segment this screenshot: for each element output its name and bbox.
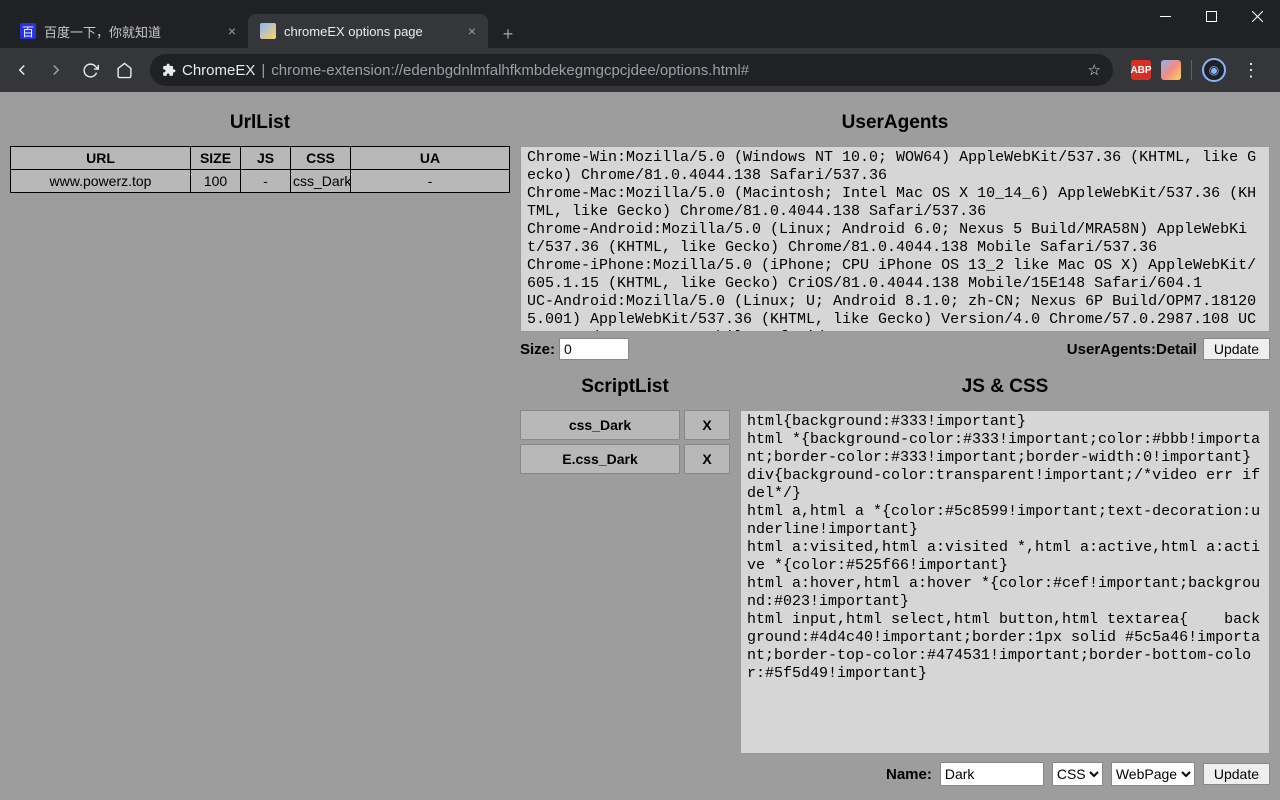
tab-strip: 百 百度一下，你就知道 × chromeEX options page × + [0,8,1280,48]
name-input[interactable] [940,762,1044,786]
window-close[interactable] [1234,0,1280,32]
size-input[interactable] [559,338,629,360]
useragents-textarea[interactable] [520,146,1270,332]
menu-button[interactable]: ⋮ [1236,60,1266,81]
jscss-title: JS & CSS [740,376,1270,398]
script-delete-button[interactable]: X [684,444,730,474]
col-ua: UA [351,147,510,170]
col-js: JS [241,147,291,170]
back-button[interactable] [8,56,36,84]
home-button[interactable] [110,56,138,84]
name-label: Name: [886,766,932,783]
panel-jscss: JS & CSS Name: CSS JS WebPage Update [740,370,1270,786]
baidu-favicon-icon: 百 [20,23,36,39]
useragents-title: UserAgents [520,112,1270,134]
extension-favicon-icon [260,23,276,39]
script-delete-button[interactable]: X [684,410,730,440]
useragents-detail-label: UserAgents:Detail [1067,341,1197,358]
extension-icons: ABP ◉ ⋮ [1125,58,1272,82]
urllist-title: UrlList [10,112,510,134]
close-icon[interactable]: × [468,23,476,39]
tab-baidu[interactable]: 百 百度一下，你就知道 × [8,14,248,48]
toolbar: ChromeEX | chrome-extension://edenbgdnlm… [0,48,1280,92]
script-item: css_Dark X [520,410,730,440]
tab-title: chromeEX options page [284,24,423,39]
jscss-textarea[interactable] [740,410,1270,754]
cell-css: css_Dark [291,170,351,193]
close-icon[interactable]: × [228,23,236,39]
cell-ua: - [351,170,510,193]
col-url: URL [11,147,191,170]
script-name-button[interactable]: E.css_Dark [520,444,680,474]
url-text: chrome-extension://edenbgdnlmfalhfkmbdek… [271,62,749,79]
forward-button[interactable] [42,56,70,84]
panel-urllist: UrlList URL SIZE JS CSS UA www.powerz.to… [10,106,510,786]
scriptlist-title: ScriptList [520,376,730,398]
extension-indicator: ChromeEX [162,62,255,79]
col-size: SIZE [191,147,241,170]
bookmark-star-icon[interactable]: ☆ [1088,61,1101,79]
adblock-icon[interactable]: ABP [1131,60,1151,80]
table-header-row: URL SIZE JS CSS UA [11,147,510,170]
url-table: URL SIZE JS CSS UA www.powerz.top 100 - … [10,146,510,193]
page-content: UrlList URL SIZE JS CSS UA www.powerz.to… [0,92,1280,800]
extension-icon[interactable] [1161,60,1181,80]
browser-chrome: 百 百度一下，你就知道 × chromeEX options page × + … [0,0,1280,92]
size-label: Size: [520,341,555,358]
window-maximize[interactable] [1188,0,1234,32]
script-item: E.css_Dark X [520,444,730,474]
omnibox[interactable]: ChromeEX | chrome-extension://edenbgdnlm… [150,54,1113,86]
useragents-update-button[interactable]: Update [1203,338,1270,360]
cell-size: 100 [191,170,241,193]
col-css: CSS [291,147,351,170]
divider [1191,60,1192,80]
tab-title: 百度一下，你就知道 [44,22,161,41]
jscss-update-button[interactable]: Update [1203,763,1270,785]
cell-js: - [241,170,291,193]
new-tab-button[interactable]: + [494,20,522,48]
table-row[interactable]: www.powerz.top 100 - css_Dark - [11,170,510,193]
panel-scriptlist: ScriptList css_Dark X E.css_Dark X [520,370,730,786]
window-minimize[interactable] [1142,0,1188,32]
profile-avatar[interactable]: ◉ [1202,58,1226,82]
tab-chromeex[interactable]: chromeEX options page × [248,14,488,48]
cell-url: www.powerz.top [11,170,191,193]
reload-button[interactable] [76,56,104,84]
type-select[interactable]: CSS JS [1052,762,1103,786]
window-controls [1142,0,1280,32]
scope-select[interactable]: WebPage [1111,762,1195,786]
script-name-button[interactable]: css_Dark [520,410,680,440]
